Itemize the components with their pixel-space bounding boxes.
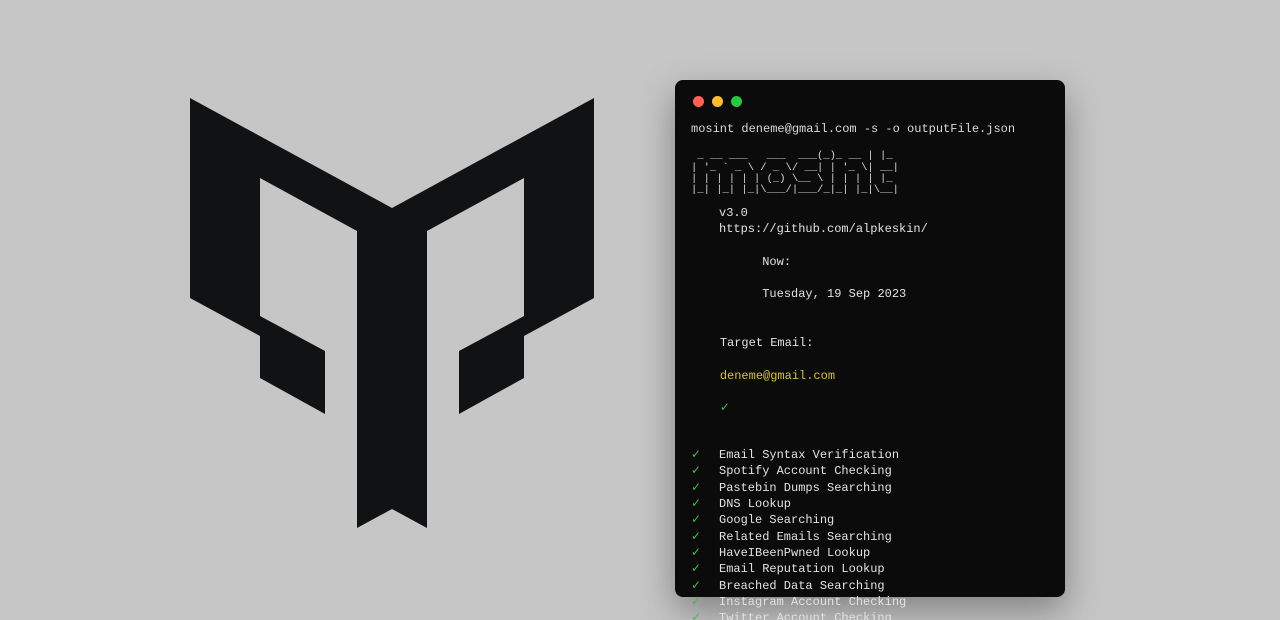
close-icon[interactable] xyxy=(693,96,704,107)
task-label: Spotify Account Checking xyxy=(719,463,892,479)
task-label: Related Emails Searching xyxy=(719,529,892,545)
task-row: ✓Spotify Account Checking xyxy=(691,463,1049,479)
task-label: Breached Data Searching xyxy=(719,578,885,594)
version-line: v3.0 xyxy=(719,205,1049,221)
terminal-window: mosint deneme@gmail.com -s -o outputFile… xyxy=(675,80,1065,597)
task-label: Google Searching xyxy=(719,512,834,528)
task-label: HaveIBeenPwned Lookup xyxy=(719,545,870,561)
minimize-icon[interactable] xyxy=(712,96,723,107)
check-icon: ✓ xyxy=(691,594,719,610)
task-label: Instagram Account Checking xyxy=(719,594,906,610)
target-email: deneme@gmail.com xyxy=(720,369,835,383)
check-icon: ✓ xyxy=(691,496,719,512)
meta-block: v3.0 https://github.com/alpkeskin/ Now: … xyxy=(691,205,1049,319)
task-row: ✓Twitter Account Checking xyxy=(691,610,1049,620)
task-row: ✓Related Emails Searching xyxy=(691,529,1049,545)
task-row: ✓Pastebin Dumps Searching xyxy=(691,480,1049,496)
check-icon: ✓ xyxy=(691,463,719,479)
task-label: Email Reputation Lookup xyxy=(719,561,885,577)
repo-line: https://github.com/alpkeskin/ xyxy=(719,221,1049,237)
task-row: ✓Email Reputation Lookup xyxy=(691,561,1049,577)
task-row: ✓Google Searching xyxy=(691,512,1049,528)
mosint-logo-svg xyxy=(190,98,594,528)
check-icon: ✓ xyxy=(691,480,719,496)
now-line: Now: Tuesday, 19 Sep 2023 xyxy=(719,237,1049,319)
task-row: ✓Instagram Account Checking xyxy=(691,594,1049,610)
task-row: ✓DNS Lookup xyxy=(691,496,1049,512)
check-icon: ✓ xyxy=(691,512,719,528)
ascii-banner: _ __ ___ ___ ___(_)_ __ | |_ | '_ ` _ \ … xyxy=(691,151,1049,196)
task-list: ✓Email Syntax Verification✓Spotify Accou… xyxy=(691,447,1049,620)
task-label: Email Syntax Verification xyxy=(719,447,899,463)
command-line: mosint deneme@gmail.com -s -o outputFile… xyxy=(691,121,1049,137)
check-icon: ✓ xyxy=(691,447,719,463)
task-row: ✓Email Syntax Verification xyxy=(691,447,1049,463)
task-row: ✓HaveIBeenPwned Lookup xyxy=(691,545,1049,561)
target-label: Target Email: xyxy=(720,336,814,350)
now-value: Tuesday, 19 Sep 2023 xyxy=(762,287,906,301)
target-line: Target Email: deneme@gmail.com ✓ xyxy=(691,319,1049,433)
check-icon: ✓ xyxy=(691,529,719,545)
check-icon: ✓ xyxy=(691,610,719,620)
check-icon: ✓ xyxy=(720,401,730,415)
now-label: Now: xyxy=(762,255,791,269)
zoom-icon[interactable] xyxy=(731,96,742,107)
window-traffic-lights xyxy=(691,94,1049,117)
check-icon: ✓ xyxy=(691,561,719,577)
task-label: DNS Lookup xyxy=(719,496,791,512)
task-row: ✓Breached Data Searching xyxy=(691,578,1049,594)
check-icon: ✓ xyxy=(691,578,719,594)
task-label: Twitter Account Checking xyxy=(719,610,892,620)
mosint-logo xyxy=(190,98,594,528)
check-icon: ✓ xyxy=(691,545,719,561)
task-label: Pastebin Dumps Searching xyxy=(719,480,892,496)
